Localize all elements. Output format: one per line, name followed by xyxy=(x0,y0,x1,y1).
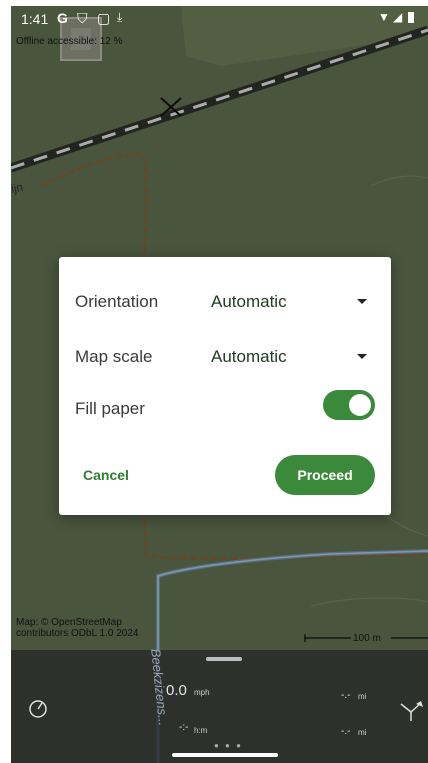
cancel-button[interactable]: Cancel xyxy=(83,465,153,485)
print-options-dialog: Orientation Automatic Map scale Automati… xyxy=(59,257,391,515)
chevron-down-icon[interactable] xyxy=(357,354,367,359)
page-indicator: ● ● ● xyxy=(214,741,243,750)
compass-icon[interactable] xyxy=(27,698,49,720)
time-value: -:- xyxy=(179,722,189,733)
status-bar: 1:41 G ⛉ ▢ ⤓ ▼ ◢ xyxy=(11,6,428,34)
proceed-button[interactable]: Proceed xyxy=(275,455,375,495)
distance-value: -.- xyxy=(341,690,351,701)
shield-icon: ⛉ xyxy=(77,10,88,26)
offline-accessible-text: Offline accessible: 12 % xyxy=(16,36,123,47)
download-icon: ⤓ xyxy=(117,10,123,24)
distance-unit: mi xyxy=(358,728,367,737)
chevron-down-icon[interactable] xyxy=(357,299,367,304)
speed-unit: mph xyxy=(194,688,210,697)
drag-handle[interactable] xyxy=(206,657,242,661)
status-time: 1:41 xyxy=(21,11,49,27)
map-scale-label: 100 m xyxy=(353,633,381,644)
time-unit: h:m xyxy=(194,726,208,735)
screenshot-icon: ▢ xyxy=(97,10,111,26)
google-icon: G xyxy=(57,10,68,26)
signal-icon: ◢ xyxy=(393,10,403,24)
orientation-select[interactable]: Automatic xyxy=(211,292,287,312)
battery-icon xyxy=(408,12,414,23)
map-attribution: Map: © OpenStreetMap contributors ODbL 1… xyxy=(16,617,139,639)
fill-paper-label: Fill paper xyxy=(75,399,145,418)
wifi-icon: ▼ xyxy=(378,10,390,24)
orientation-label: Orientation xyxy=(75,292,159,311)
toggle-knob xyxy=(349,394,371,416)
bottom-info-panel[interactable]: 0.0 mph -:- h:m -.- mi -.- mi ● ● ● xyxy=(11,650,428,763)
direction-icon[interactable] xyxy=(399,700,425,722)
distance-value: -.- xyxy=(341,726,351,737)
gesture-nav-bar[interactable] xyxy=(172,753,278,757)
app-screen: ijn Oa 1:41 G ⛉ ▢ ⤓ ▼ ◢ Offline accessib… xyxy=(11,6,428,763)
speed-value: 0.0 xyxy=(166,682,187,699)
distance-unit: mi xyxy=(358,692,367,701)
map-scale-label: Map scale xyxy=(75,347,153,366)
fill-paper-toggle[interactable] xyxy=(323,390,375,420)
map-scale-select[interactable]: Automatic xyxy=(211,347,287,367)
